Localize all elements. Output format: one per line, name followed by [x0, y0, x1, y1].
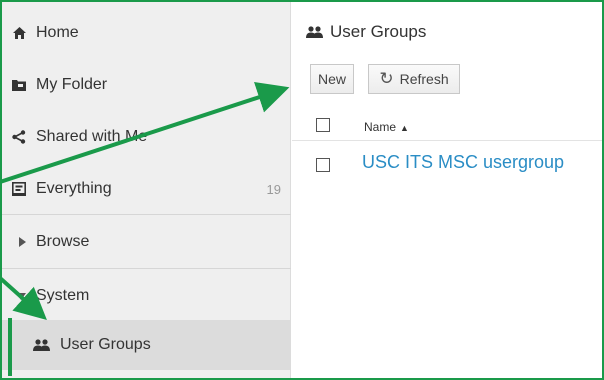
refresh-button[interactable]: ↻ Refresh	[368, 64, 460, 94]
folder-icon	[2, 79, 36, 91]
refresh-button-label: Refresh	[399, 71, 449, 87]
user-groups-icon	[306, 25, 323, 38]
sidebar-item-label: Everything	[36, 180, 112, 197]
sidebar-item-browse[interactable]: Browse	[2, 216, 291, 268]
caret-right-icon	[2, 237, 36, 247]
refresh-icon: ↻	[379, 69, 394, 88]
sidebar-divider	[2, 214, 291, 215]
sidebar-divider	[2, 268, 291, 269]
everything-icon	[2, 182, 36, 196]
annotation-highlight-bar	[8, 318, 12, 376]
sidebar-item-shared-with-me[interactable]: Shared with Me	[2, 111, 291, 163]
new-button[interactable]: New	[310, 64, 354, 94]
item-count-badge: 19	[266, 181, 281, 197]
sidebar-item-label: System	[36, 287, 90, 304]
sort-ascending-icon: ▲	[400, 123, 409, 133]
table-row-link[interactable]: USC ITS MSC usergroup	[362, 152, 564, 173]
sidebar: Home My Folder Shared with Me Everything…	[2, 2, 291, 378]
row-checkbox[interactable]	[316, 158, 330, 172]
share-icon	[2, 130, 36, 144]
column-header-label: Name	[364, 120, 397, 134]
sidebar-item-everything[interactable]: Everything 19	[2, 163, 291, 215]
sidebar-item-user-groups[interactable]: User Groups	[2, 320, 291, 370]
caret-down-icon	[2, 292, 36, 300]
sidebar-item-label: My Folder	[36, 76, 108, 93]
select-all-checkbox[interactable]	[316, 118, 330, 132]
page-title: User Groups	[306, 22, 426, 42]
sidebar-item-label: Browse	[36, 233, 90, 250]
name-column-header[interactable]: Name ▲	[364, 120, 409, 134]
sidebar-item-system[interactable]: System	[2, 270, 291, 322]
sidebar-item-label: User Groups	[60, 336, 151, 353]
main-panel: User Groups New ↻ Refresh Name ▲ USC ITS …	[292, 2, 602, 378]
home-icon	[2, 27, 36, 39]
table-header: Name ▲	[292, 110, 602, 141]
sidebar-item-my-folder[interactable]: My Folder	[2, 59, 291, 111]
sidebar-item-label: Shared with Me	[36, 128, 148, 145]
sidebar-item-home[interactable]: Home	[2, 7, 291, 59]
page-title-text: User Groups	[330, 22, 427, 41]
new-button-label: New	[317, 71, 346, 87]
sidebar-item-label: Home	[36, 24, 79, 41]
